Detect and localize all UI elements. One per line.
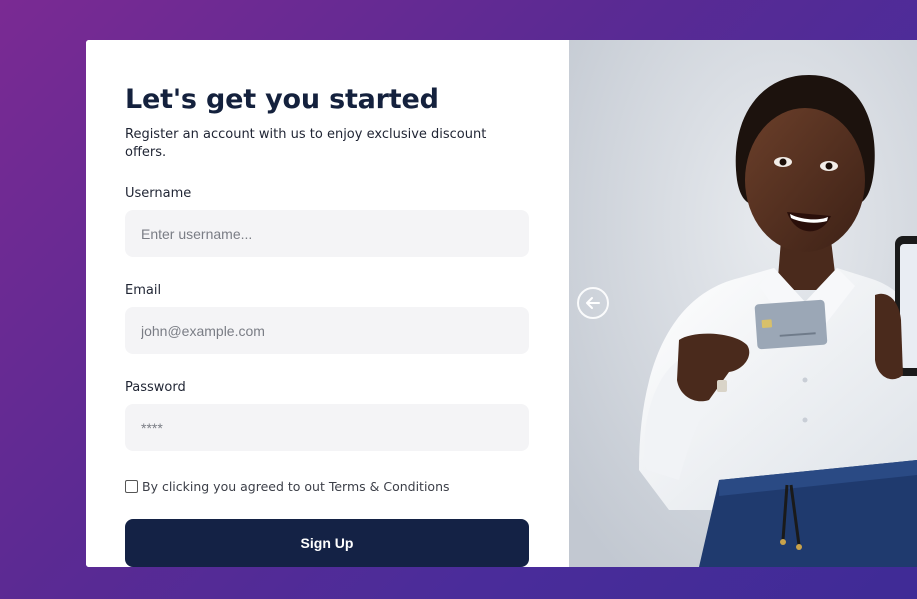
password-label: Password xyxy=(125,380,186,395)
terms-checkbox[interactable] xyxy=(125,479,138,493)
arrow-left-circle-icon xyxy=(586,297,600,309)
terms-label: By clicking you agreed to out Terms & Co… xyxy=(142,478,450,494)
signup-card: Let's get you started Register an accoun… xyxy=(86,40,917,567)
hero-photo xyxy=(569,40,917,567)
sign-up-button[interactable]: Sign Up xyxy=(125,519,529,567)
signup-form-panel: Let's get you started Register an accoun… xyxy=(86,40,569,567)
username-label: Username xyxy=(125,186,192,201)
email-input[interactable] xyxy=(125,307,529,354)
carousel-prev-button[interactable] xyxy=(577,287,609,319)
password-input[interactable] xyxy=(125,404,529,451)
password-field-group: Password xyxy=(125,379,529,451)
email-field-group: Email xyxy=(125,282,529,354)
email-label: Email xyxy=(125,283,162,298)
terms-row: By clicking you agreed to out Terms & Co… xyxy=(125,478,529,494)
hero-image-panel xyxy=(569,40,917,567)
page-subtitle: Register an account with us to enjoy exc… xyxy=(125,127,487,160)
page-title: Let's get you started xyxy=(125,84,439,115)
username-field-group: Username xyxy=(125,185,529,257)
username-input[interactable] xyxy=(125,210,529,257)
